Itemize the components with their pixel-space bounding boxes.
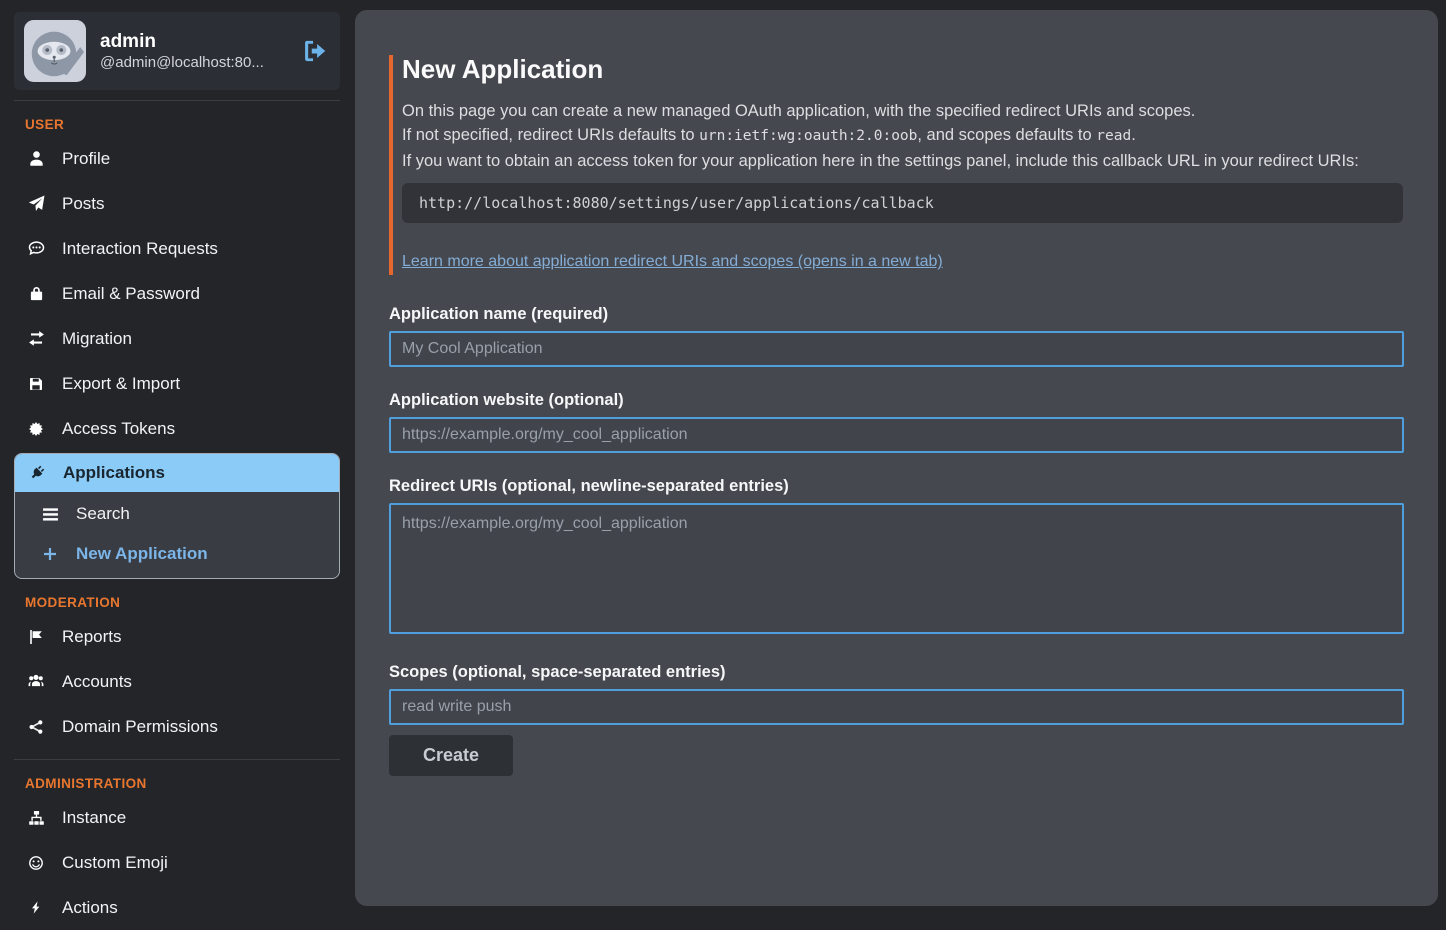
field-redirect-uris: Redirect URIs (optional, newline-separat… <box>389 477 1403 639</box>
sidebar-item-label: Posts <box>62 194 105 214</box>
field-application-name: Application name (required) <box>389 305 1403 367</box>
list-icon <box>41 506 59 523</box>
sidebar-item-label: Interaction Requests <box>62 239 218 259</box>
sidebar-item-label: Export & Import <box>62 374 180 394</box>
floppy-disk-icon <box>27 375 45 392</box>
sidebar-item-migration[interactable]: Migration <box>14 316 340 361</box>
sidebar-item-interaction-requests[interactable]: Interaction Requests <box>14 226 340 271</box>
inline-code-read: read <box>1096 128 1131 144</box>
sidebar-item-applications-new[interactable]: New Application <box>15 534 339 574</box>
scopes-input[interactable] <box>389 689 1404 725</box>
sidebar-item-label: Domain Permissions <box>62 717 218 737</box>
sidebar-item-label: Accounts <box>62 672 132 692</box>
sitemap-icon <box>27 809 45 826</box>
intro-line-2: If not specified, redirect URIs defaults… <box>402 123 1403 149</box>
page-title: New Application <box>402 55 1403 85</box>
application-website-label: Application website (optional) <box>389 391 1403 410</box>
user-card[interactable]: admin @admin@localhost:80... <box>14 12 340 90</box>
sidebar-item-instance[interactable]: Instance <box>14 795 340 840</box>
application-website-input[interactable] <box>389 417 1404 453</box>
sidebar-item-label: Reports <box>62 627 122 647</box>
redirect-uris-label: Redirect URIs (optional, newline-separat… <box>389 477 1403 496</box>
intro-line-3: If you want to obtain an access token fo… <box>402 149 1403 174</box>
main-panel: New Application On this page you can cre… <box>355 10 1438 906</box>
application-name-input[interactable] <box>389 331 1404 367</box>
user-meta: admin @admin@localhost:80... <box>100 30 288 73</box>
create-button[interactable]: Create <box>389 735 513 776</box>
scopes-label: Scopes (optional, space-separated entrie… <box>389 663 1403 682</box>
sidebar-item-label: Actions <box>62 898 118 918</box>
intro-block: New Application On this page you can cre… <box>389 55 1403 275</box>
share-nodes-icon <box>27 718 45 735</box>
flag-icon <box>27 628 45 645</box>
sidebar-item-posts[interactable]: Posts <box>14 181 340 226</box>
redirect-uris-textarea[interactable] <box>389 503 1404 634</box>
sidebar: admin @admin@localhost:80... USER Profil… <box>0 0 355 914</box>
sidebar-item-domain-permissions[interactable]: Domain Permissions <box>14 704 340 749</box>
bolt-icon <box>27 899 45 916</box>
sidebar-item-export-import[interactable]: Export & Import <box>14 361 340 406</box>
new-application-form: Application name (required) Application … <box>389 305 1403 776</box>
sidebar-item-label: Search <box>76 504 130 524</box>
sidebar-item-custom-emoji[interactable]: Custom Emoji <box>14 840 340 885</box>
sidebar-item-label: Migration <box>62 329 132 349</box>
user-handle: @admin@localhost:80... <box>100 54 264 71</box>
section-header-moderation: MODERATION <box>14 595 340 610</box>
exchange-icon <box>27 330 45 347</box>
plug-icon <box>28 465 46 482</box>
sidebar-item-label: Instance <box>62 808 126 828</box>
comment-dots-icon <box>27 240 45 257</box>
users-icon <box>27 673 45 690</box>
sloth-avatar <box>24 20 86 82</box>
plus-icon <box>41 546 59 563</box>
settings-app: admin @admin@localhost:80... USER Profil… <box>0 0 1446 914</box>
callback-url-code-block: http://localhost:8080/settings/user/appl… <box>402 183 1403 223</box>
sidebar-item-label: New Application <box>76 544 208 564</box>
applications-group: Applications Search New Application <box>14 453 340 579</box>
user-name: admin <box>100 31 156 52</box>
section-header-user: USER <box>14 117 340 132</box>
sidebar-item-label: Profile <box>62 149 110 169</box>
sidebar-item-label: Access Tokens <box>62 419 175 439</box>
sidebar-item-label: Email & Password <box>62 284 200 304</box>
sidebar-item-profile[interactable]: Profile <box>14 136 340 181</box>
sidebar-item-label: Applications <box>63 463 165 483</box>
sidebar-item-access-tokens[interactable]: Access Tokens <box>14 406 340 451</box>
user-icon <box>27 150 45 167</box>
paper-plane-icon <box>27 195 45 212</box>
intro-line-1: On this page you can create a new manage… <box>402 99 1403 124</box>
sidebar-item-actions[interactable]: Actions <box>14 885 340 930</box>
learn-more-link[interactable]: Learn more about application redirect UR… <box>402 253 943 270</box>
field-scopes: Scopes (optional, space-separated entrie… <box>389 663 1403 725</box>
sidebar-divider <box>14 759 340 760</box>
smile-icon <box>27 854 45 871</box>
sidebar-item-label: Custom Emoji <box>62 853 168 873</box>
sidebar-item-applications-search[interactable]: Search <box>15 494 339 534</box>
inline-code-oob: urn:ietf:wg:oauth:2.0:oob <box>699 128 917 144</box>
field-application-website: Application website (optional) <box>389 391 1403 453</box>
sidebar-item-reports[interactable]: Reports <box>14 614 340 659</box>
application-name-label: Application name (required) <box>389 305 1403 324</box>
lock-icon <box>27 285 45 302</box>
sign-out-icon[interactable] <box>302 38 328 64</box>
sidebar-divider <box>14 100 340 101</box>
certificate-icon <box>27 420 45 437</box>
sidebar-item-applications[interactable]: Applications <box>15 454 339 492</box>
sidebar-item-email-password[interactable]: Email & Password <box>14 271 340 316</box>
section-header-administration: ADMINISTRATION <box>14 776 340 791</box>
applications-submenu: Search New Application <box>15 492 339 578</box>
sidebar-item-accounts[interactable]: Accounts <box>14 659 340 704</box>
